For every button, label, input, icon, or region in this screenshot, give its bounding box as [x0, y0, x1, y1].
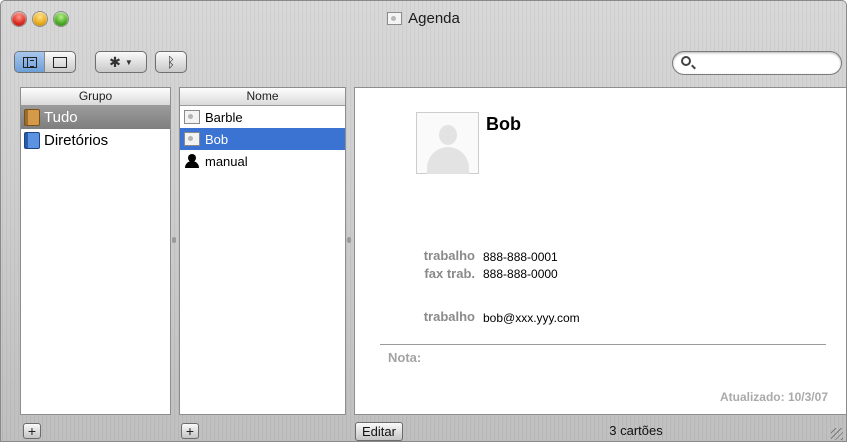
fax-work-value[interactable]: 888-888-0000: [483, 267, 558, 281]
resize-grip[interactable]: [831, 428, 843, 440]
card-icon: [184, 132, 200, 146]
card-icon: [387, 12, 403, 25]
add-group-button[interactable]: +: [23, 423, 41, 439]
columns-view-button[interactable]: [15, 52, 45, 72]
name-item-barble[interactable]: Barble: [180, 106, 345, 128]
title-bar: Agenda: [1, 1, 846, 39]
contact-photo[interactable]: [416, 112, 479, 174]
bluetooth-icon: ᛒ: [166, 54, 176, 70]
name-item-bob[interactable]: Bob: [180, 128, 345, 150]
search-icon: [681, 56, 691, 66]
address-book-window: Agenda ✱ ▼ ᛒ Grupo Tudo Diretórios Nome …: [0, 0, 847, 442]
name-item-manual[interactable]: manual: [180, 150, 345, 172]
column-splitter[interactable]: [347, 237, 351, 243]
name-item-label: manual: [205, 153, 248, 169]
view-segmented-control: [14, 51, 76, 73]
chevron-down-icon: ▼: [124, 57, 133, 67]
search-input[interactable]: [697, 55, 832, 71]
group-column: Grupo Tudo Diretórios: [20, 87, 171, 415]
card-detail: Bob trabalho 888-888-0001 fax trab. 888-…: [354, 87, 846, 415]
add-contact-button[interactable]: +: [181, 423, 199, 439]
search-field[interactable]: [672, 51, 842, 75]
group-item-tudo[interactable]: Tudo: [21, 106, 170, 129]
address-book-icon: [24, 109, 40, 126]
bluetooth-button[interactable]: ᛒ: [155, 51, 187, 73]
name-item-label: Bob: [205, 131, 229, 147]
group-item-label: Tudo: [44, 109, 78, 126]
edit-button[interactable]: Editar: [355, 422, 403, 441]
name-column-header[interactable]: Nome: [180, 88, 345, 106]
gear-icon: ✱: [109, 53, 121, 70]
window-title: Agenda: [1, 10, 846, 27]
columns-view-icon: [22, 56, 37, 68]
toolbar: ✱ ▼ ᛒ: [1, 43, 846, 83]
contact-name: Bob: [486, 114, 521, 134]
updated-timestamp: Atualizado: 10/3/07: [719, 390, 828, 404]
email-work-value[interactable]: bob@xxx.yyy.com: [483, 311, 580, 325]
card-view-icon: [53, 56, 67, 68]
card-view-button[interactable]: [45, 52, 75, 72]
phone-work-value[interactable]: 888-888-0001: [483, 250, 558, 264]
group-item-diretorios[interactable]: Diretórios: [21, 129, 170, 152]
bottom-bar: + + Editar 3 cartões: [1, 420, 846, 441]
directory-icon: [24, 132, 40, 149]
field-label: trabalho: [423, 248, 475, 263]
column-splitter[interactable]: [172, 237, 176, 243]
card-icon: [184, 110, 200, 124]
person-icon: [184, 154, 200, 168]
group-column-header[interactable]: Grupo: [21, 88, 170, 106]
field-label: fax trab.: [424, 266, 475, 281]
note-label: Nota:: [388, 350, 422, 365]
card-count: 3 cartões: [609, 423, 663, 438]
field-label: trabalho: [423, 309, 475, 324]
name-item-label: Barble: [205, 109, 243, 125]
group-item-label: Diretórios: [44, 132, 109, 149]
name-column: Nome Barble Bob manual: [179, 87, 346, 415]
action-menu-button[interactable]: ✱ ▼: [95, 51, 147, 73]
note-divider: [380, 344, 826, 345]
